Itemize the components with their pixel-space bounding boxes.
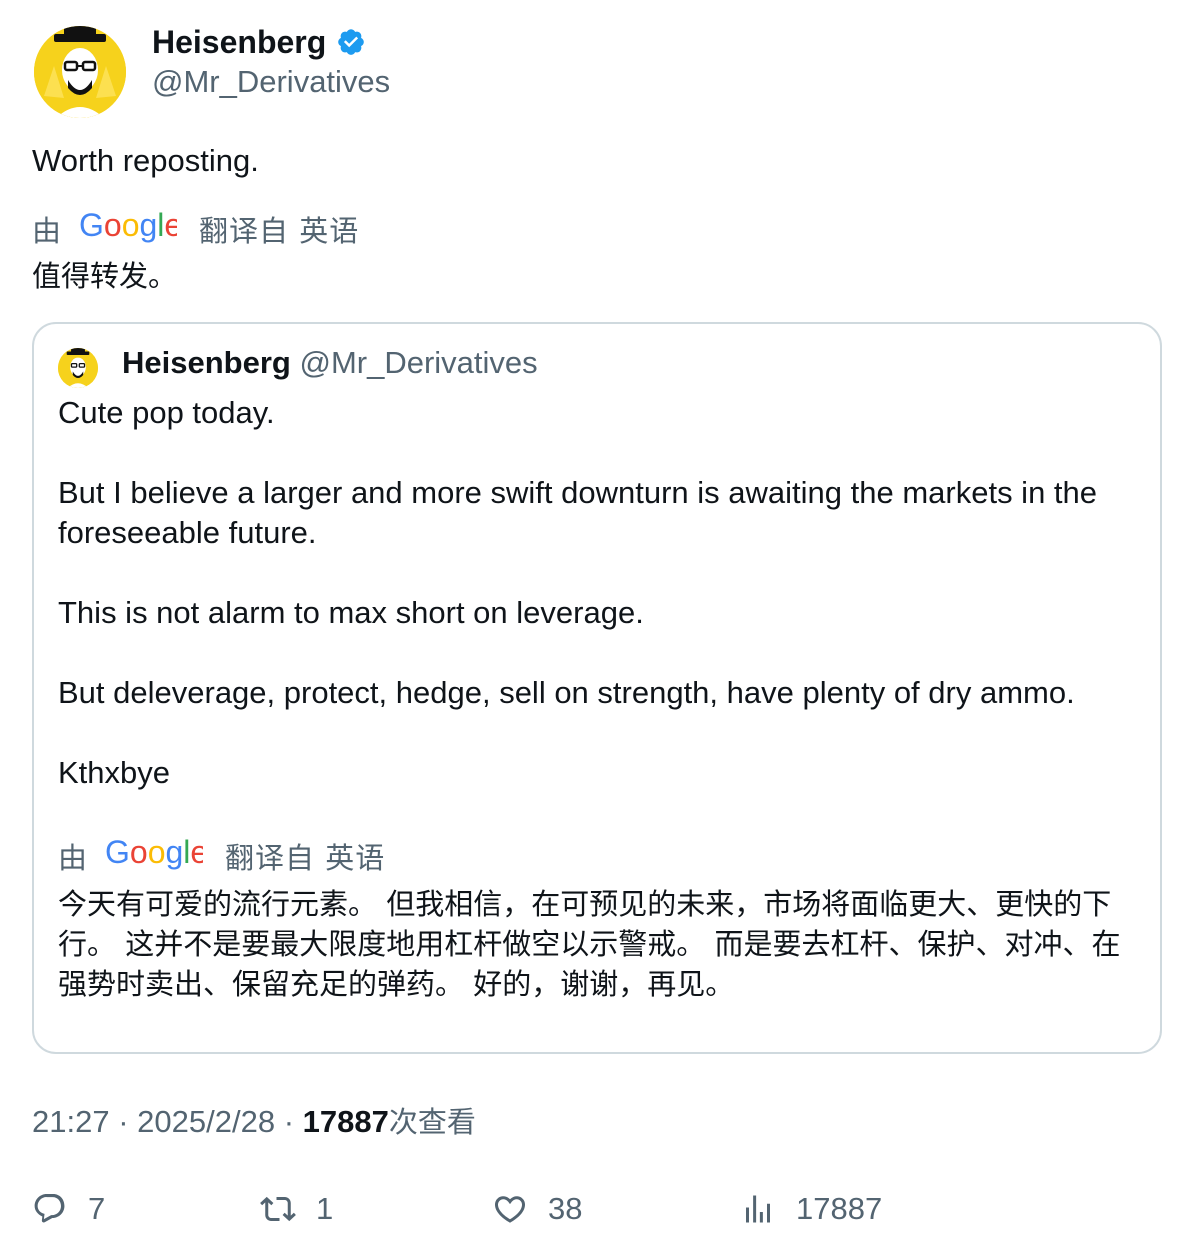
google-logo-text: Google <box>79 208 177 243</box>
reply-button[interactable]: 7 <box>32 1187 105 1231</box>
translation-from-label: 翻译自 英语 <box>225 841 386 875</box>
quoted-paragraph <box>58 713 1148 753</box>
repost-button[interactable]: 1 <box>260 1187 333 1231</box>
translation-by-label: 由 <box>32 214 62 248</box>
google-logo-text: Google <box>105 835 203 870</box>
quoted-paragraph: But deleverage, protect, hedge, sell on … <box>58 675 1075 710</box>
avatar-heisenberg-icon <box>34 26 126 118</box>
like-button[interactable]: 38 <box>492 1187 582 1231</box>
quoted-paragraph: Cute pop today. <box>58 395 275 430</box>
quoted-paragraph: But I believe a larger and more swift do… <box>58 475 1098 550</box>
google-logo-icon: Google <box>79 207 182 243</box>
quoted-paragraph: This is not alarm to max short on levera… <box>58 595 644 630</box>
repost-count: 1 <box>316 1191 334 1226</box>
analytics-icon <box>746 1195 770 1223</box>
quoted-paragraph: Kthxbye <box>58 755 171 790</box>
reply-count: 7 <box>88 1191 106 1226</box>
views-count: 17887 <box>302 1104 389 1139</box>
quoted-tweet-text: Cute pop today. But I believe a larger a… <box>58 393 1148 833</box>
quoted-author-handle: @Mr_Derivatives <box>299 345 538 380</box>
tweet-text: Worth reposting. <box>32 143 259 178</box>
avatar-heisenberg-icon <box>58 348 98 388</box>
google-logo: Google <box>79 207 182 254</box>
quoted-paragraph <box>58 633 1148 673</box>
translation-by-label: 由 <box>58 841 88 875</box>
quoted-avatar <box>58 348 98 388</box>
google-logo: Google <box>105 834 208 881</box>
quoted-author: Heisenberg @Mr_Derivatives <box>122 343 538 383</box>
verified-badge-icon <box>338 29 365 55</box>
repost-icon <box>260 1196 296 1222</box>
heart-icon <box>494 1196 526 1223</box>
translation-attribution: 由 Google 翻译自 英语 <box>32 207 360 254</box>
quoted-author-name: Heisenberg <box>122 345 291 380</box>
google-logo-icon: Google <box>105 834 208 870</box>
quoted-paragraph <box>58 793 1148 833</box>
quoted-translation-text: 今天有可爱的流行元素。 但我相信，在可预见的未来，市场将面临更大、更快的下行。 … <box>58 887 1121 1001</box>
author-name-text[interactable]: Heisenberg <box>152 22 326 62</box>
quoted-translation-attribution: 由 Google 翻译自 英语 <box>58 834 386 881</box>
tweet-date[interactable]: 2025/2/28 <box>137 1104 275 1139</box>
views-button[interactable]: 17887 <box>740 1187 882 1231</box>
tweet-meta: 21:27 · 2025/2/28 · 17887次查看 <box>32 1100 476 1144</box>
author-name[interactable]: Heisenberg <box>152 22 366 62</box>
views-action-count: 17887 <box>796 1191 883 1226</box>
avatar[interactable] <box>34 26 126 118</box>
meta-separator: · <box>118 1104 129 1139</box>
reply-icon <box>34 1194 65 1223</box>
quoted-paragraph <box>58 433 1148 473</box>
quoted-paragraph <box>58 553 1148 593</box>
translation-from-label: 翻译自 英语 <box>199 214 360 248</box>
views-label: 次查看 <box>388 1105 476 1139</box>
tweet-time[interactable]: 21:27 <box>32 1104 110 1139</box>
meta-separator: · <box>283 1104 295 1139</box>
tweet-translation-text: 值得转发。 <box>32 259 178 293</box>
like-count: 38 <box>548 1191 583 1226</box>
author-handle[interactable]: @Mr_Derivatives <box>152 62 390 102</box>
